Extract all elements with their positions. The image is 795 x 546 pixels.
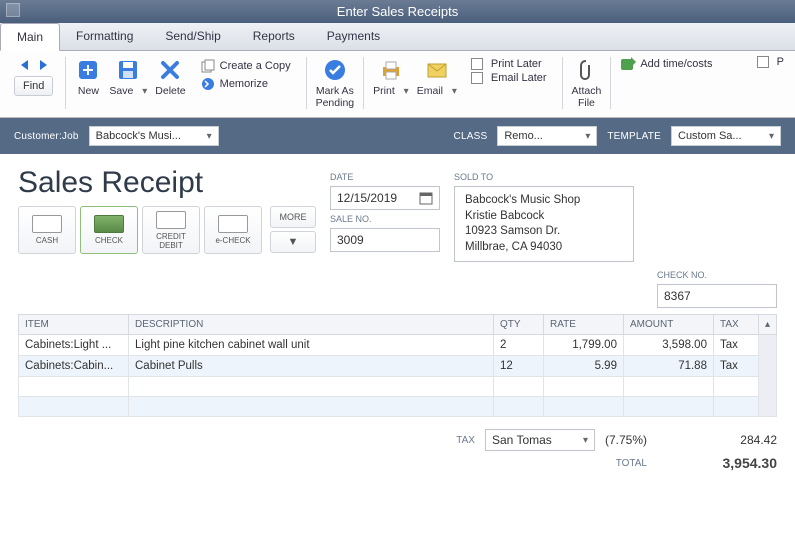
table-row[interactable]: Cabinets:Cabin... Cabinet Pulls 12 5.99 … <box>19 356 777 377</box>
class-label: Class <box>454 131 488 142</box>
window-title: Enter Sales Receipts <box>337 4 458 19</box>
template-label: Template <box>607 131 661 142</box>
more-methods-button[interactable]: MORE <box>270 206 316 228</box>
chevron-down-icon: ▾ <box>585 131 590 142</box>
tab-reports[interactable]: Reports <box>237 23 311 50</box>
tax-amount: 284.42 <box>657 433 777 447</box>
chevron-down-icon: ▾ <box>404 86 409 97</box>
tab-main[interactable]: Main <box>0 23 60 51</box>
add-time-icon <box>620 56 636 72</box>
attach-file-button[interactable]: Attach File <box>569 55 605 111</box>
payment-methods: CASH CHECK CREDIT DEBIT e-CHECK <box>18 206 262 254</box>
email-icon <box>424 57 450 83</box>
template-combo[interactable]: Custom Sa...▾ <box>671 126 781 146</box>
copy-icon <box>200 58 216 74</box>
check-no-label: Check No. <box>657 270 777 280</box>
col-rate[interactable]: Rate <box>543 315 623 335</box>
col-qty[interactable]: Qty <box>493 315 543 335</box>
credit-card-icon <box>156 211 186 229</box>
sale-no-input[interactable]: 3009 <box>330 228 440 252</box>
delete-button[interactable]: Delete <box>152 55 188 99</box>
mark-pending-button[interactable]: Mark As Pending <box>313 55 358 111</box>
table-row[interactable] <box>19 377 777 397</box>
date-label: Date <box>330 172 440 182</box>
nav-next-icon[interactable] <box>35 57 51 73</box>
paperclip-icon <box>573 57 599 83</box>
scroll-up-icon[interactable]: ▴ <box>758 315 776 335</box>
add-time-costs-button[interactable]: Add time/costs <box>617 55 715 73</box>
new-button[interactable]: New <box>72 55 104 99</box>
print-button[interactable]: Print ▾ <box>370 55 412 99</box>
check-no-input[interactable]: 8367 <box>657 284 777 308</box>
save-button[interactable]: Save ▾ <box>106 55 150 99</box>
echeck-icon <box>218 215 248 233</box>
pay-cash-button[interactable]: CASH <box>18 206 76 254</box>
total-label: Total <box>616 458 647 469</box>
chevron-down-icon: ▾ <box>207 131 212 142</box>
form-body: Sales Receipt CASH CHECK CREDIT DEBIT <box>0 154 795 481</box>
calendar-icon[interactable] <box>419 191 433 205</box>
col-amount[interactable]: Amount <box>623 315 713 335</box>
pay-echeck-button[interactable]: e-CHECK <box>204 206 262 254</box>
pay-check-button[interactable]: CHECK <box>80 206 138 254</box>
customer-combo[interactable]: Babcock's Musi...▾ <box>89 126 219 146</box>
sale-no-label: Sale No. <box>330 214 440 224</box>
page-title: Sales Receipt <box>18 166 316 200</box>
chevron-down-icon: ▾ <box>769 131 774 142</box>
tax-label: Tax <box>456 435 475 446</box>
more-methods-dropdown[interactable]: ▼ <box>270 231 316 253</box>
tax-rate: (7.75%) <box>605 433 647 447</box>
printer-icon <box>378 57 404 83</box>
checkbox-icon <box>471 72 483 84</box>
email-later-check[interactable]: Email Later <box>468 71 550 85</box>
save-icon <box>115 57 141 83</box>
sold-to-label: Sold To <box>454 172 634 182</box>
chevron-down-icon: ▾ <box>583 435 588 446</box>
ribbon-tabs: Main Formatting Send/Ship Reports Paymen… <box>0 23 795 51</box>
total-amount: 3,954.30 <box>657 455 777 471</box>
tab-sendship[interactable]: Send/Ship <box>149 23 236 50</box>
chevron-down-icon: ▼ <box>288 236 299 248</box>
class-combo[interactable]: Remo...▾ <box>497 126 597 146</box>
ribbon: Find New Save ▾ Delete Create a Copy <box>0 51 795 118</box>
line-items-table: Item Description Qty Rate Amount Tax ▴ C… <box>18 314 777 417</box>
totals-section: Tax San Tomas ▾ (7.75%) 284.42 Total 3,9… <box>18 427 777 473</box>
tab-payments[interactable]: Payments <box>311 23 396 50</box>
print-later-check[interactable]: Print Later <box>468 57 545 71</box>
cash-icon <box>32 215 62 233</box>
checkbox-icon <box>471 58 483 70</box>
email-button[interactable]: Email ▾ <box>414 55 460 99</box>
pay-credit-button[interactable]: CREDIT DEBIT <box>142 206 200 254</box>
check-circle-icon <box>322 57 348 83</box>
col-item[interactable]: Item <box>19 315 129 335</box>
delete-icon <box>157 57 183 83</box>
window-titlebar: Enter Sales Receipts <box>0 0 795 23</box>
p-option[interactable]: P <box>754 55 787 69</box>
selector-bar: Customer:Job Babcock's Musi...▾ Class Re… <box>0 118 795 154</box>
create-copy-button[interactable]: Create a Copy <box>197 57 294 75</box>
tax-jurisdiction-combo[interactable]: San Tomas ▾ <box>485 429 595 451</box>
memorize-button[interactable]: Memorize <box>197 75 271 93</box>
customer-label: Customer:Job <box>14 131 79 142</box>
new-icon <box>75 57 101 83</box>
nav-prev-icon[interactable] <box>17 57 33 73</box>
col-tax[interactable]: Tax <box>713 315 758 335</box>
col-description[interactable]: Description <box>129 315 494 335</box>
chevron-down-icon: ▾ <box>452 86 457 97</box>
date-input[interactable]: 12/15/2019 <box>330 186 440 210</box>
checkbox-icon <box>757 56 769 68</box>
window-control-icon[interactable] <box>6 3 20 17</box>
table-row[interactable] <box>19 397 777 417</box>
table-row[interactable]: Cabinets:Light ... Light pine kitchen ca… <box>19 335 777 356</box>
chevron-down-icon: ▾ <box>142 86 147 97</box>
tab-formatting[interactable]: Formatting <box>60 23 149 50</box>
scrollbar[interactable] <box>758 335 776 417</box>
memorize-icon <box>200 76 216 92</box>
sold-to-box[interactable]: Babcock's Music Shop Kristie Babcock 109… <box>454 186 634 262</box>
check-payment-icon <box>94 215 124 233</box>
find-button[interactable]: Find <box>14 76 53 96</box>
